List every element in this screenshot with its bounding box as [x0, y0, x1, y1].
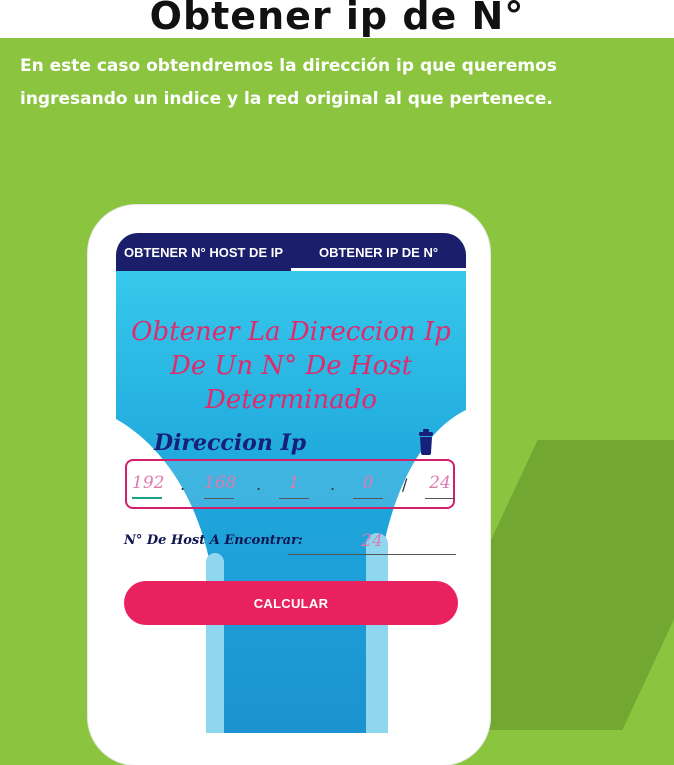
ip-prefix-input[interactable]: 24: [425, 473, 455, 499]
ip-input-group: 192 . 168 . 1 . 0 / 24: [125, 459, 455, 509]
host-number-label: N° De Host A Encontrar:: [124, 533, 303, 548]
ip-octet-3-input[interactable]: 1: [279, 473, 309, 499]
tab-host-from-ip[interactable]: OBTENER N° HOST DE IP: [116, 233, 291, 271]
ip-octet-1-input[interactable]: 192: [132, 473, 164, 499]
intro-text: En este caso obtendremos la dirección ip…: [20, 56, 557, 109]
trash-icon[interactable]: [418, 429, 434, 455]
ip-dot-separator: .: [256, 475, 262, 494]
ip-octet-4-input[interactable]: 0: [353, 473, 383, 499]
screen-heading: Obtener La Direccion Ip De Un N° De Host…: [131, 317, 451, 415]
ip-dot-separator: .: [180, 475, 186, 494]
calculate-button[interactable]: CALCULAR: [124, 581, 458, 625]
tab-ip-from-number[interactable]: OBTENER IP DE N°: [291, 233, 466, 271]
tab-bar: OBTENER N° HOST DE IP OBTENER IP DE N°: [116, 233, 466, 271]
page-title: Obtener ip de N°: [149, 0, 525, 38]
ip-label: Direccion Ip: [154, 430, 307, 456]
ip-octet-2-input[interactable]: 168: [204, 473, 236, 499]
app-screen: OBTENER N° HOST DE IP OBTENER IP DE N° O…: [116, 233, 466, 733]
decorative-stripe-left: [206, 553, 224, 733]
ip-slash-separator: /: [402, 475, 408, 494]
host-number-input[interactable]: 24: [288, 531, 456, 555]
decorative-stripe-right: [366, 533, 388, 733]
ip-dot-separator: .: [330, 475, 336, 494]
